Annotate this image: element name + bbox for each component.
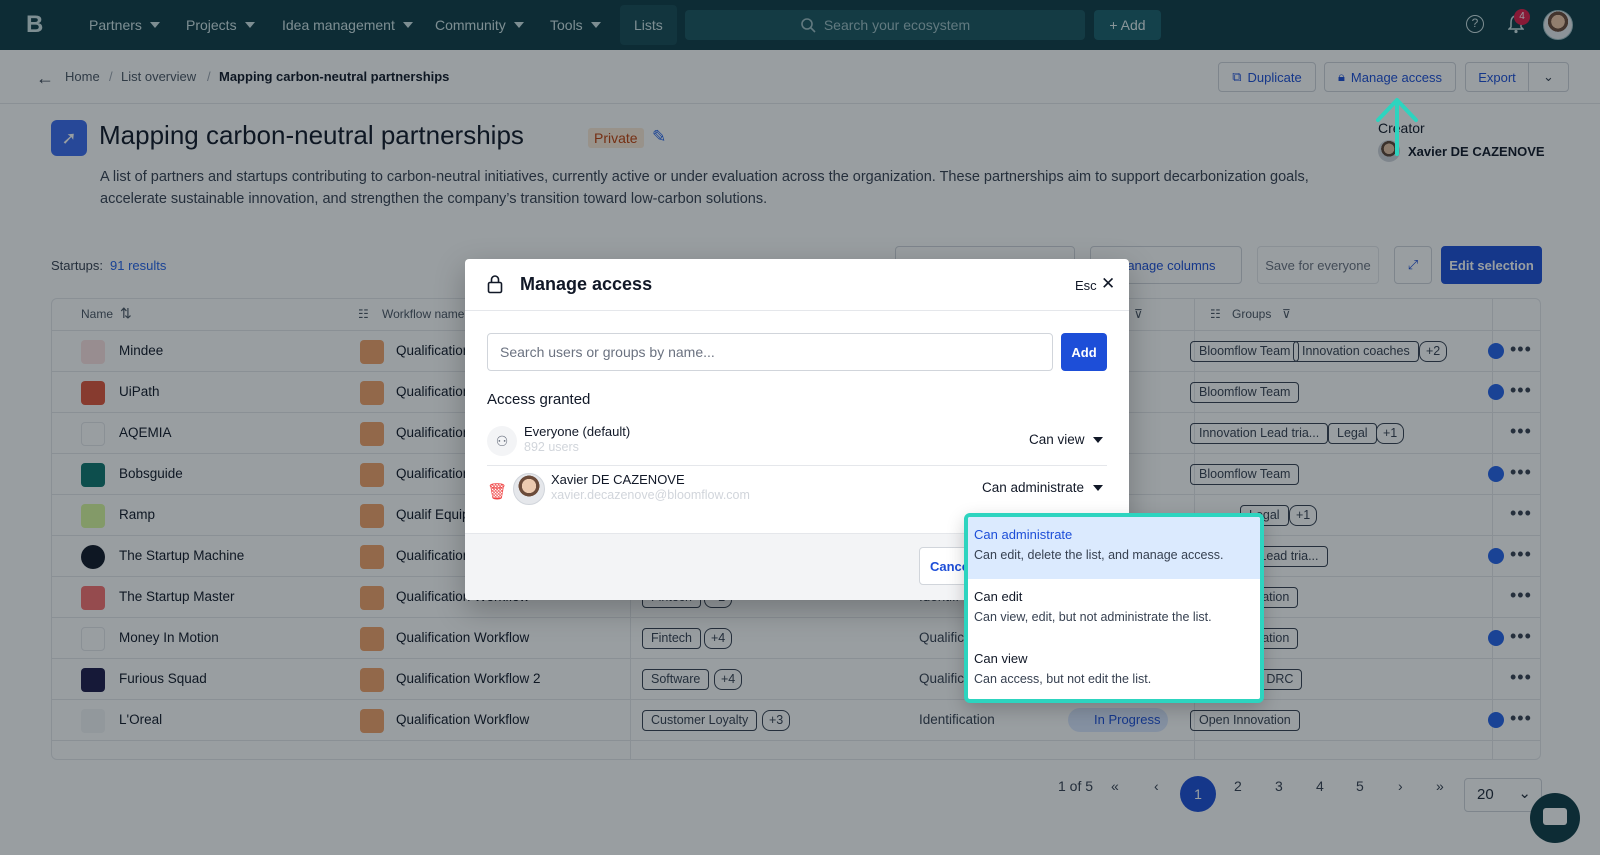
- caret-down-icon[interactable]: [1093, 437, 1103, 443]
- access-entry-everyone: ⚇ Everyone (default) 892 users Can view: [487, 418, 1107, 466]
- permission-dropdown: Can administrate Can edit, delete the li…: [964, 513, 1264, 703]
- access-entry-count: 892 users: [524, 440, 579, 454]
- modal-header: Manage access Esc ✕: [465, 259, 1129, 311]
- option-title: Can view: [974, 651, 1028, 666]
- modal-title: Manage access: [520, 274, 653, 294]
- caret-down-icon[interactable]: [1093, 485, 1103, 491]
- option-description: Can view, edit, but not administrate the…: [974, 610, 1212, 624]
- option-description: Can access, but not edit the list.: [974, 672, 1152, 686]
- permission-option-administrate[interactable]: Can administrate Can edit, delete the li…: [968, 517, 1260, 579]
- permission-select-everyone[interactable]: Can view: [1029, 432, 1085, 447]
- close-icon[interactable]: ✕: [1101, 274, 1115, 294]
- option-description: Can edit, delete the list, and manage ac…: [974, 548, 1224, 562]
- access-entry-user: 🗑︎ Xavier DE CAZENOVE xavier.decazenove@…: [487, 466, 1107, 514]
- permission-option-view[interactable]: Can view Can access, but not edit the li…: [968, 641, 1260, 699]
- access-entry-name: Everyone (default): [524, 424, 631, 439]
- access-granted-heading: Access granted: [487, 391, 591, 408]
- trash-icon[interactable]: 🗑︎: [487, 482, 507, 502]
- permission-option-edit[interactable]: Can edit Can view, edit, but not adminis…: [968, 579, 1260, 641]
- users-group-icon: ⚇: [487, 426, 517, 456]
- access-entry-name: Xavier DE CAZENOVE: [551, 472, 685, 487]
- permission-select-user[interactable]: Can administrate: [982, 480, 1084, 495]
- esc-hint: Esc: [1075, 278, 1097, 293]
- arrow-up-icon: [1376, 98, 1418, 156]
- add-user-button[interactable]: Add: [1061, 333, 1107, 371]
- access-entry-email: xavier.decazenove@bloomflow.com: [551, 488, 750, 502]
- avatar: [513, 473, 545, 505]
- option-title: Can edit: [974, 589, 1023, 604]
- lock-icon: [487, 275, 503, 294]
- search-users-input[interactable]: [487, 333, 1053, 371]
- option-title: Can administrate: [974, 527, 1073, 542]
